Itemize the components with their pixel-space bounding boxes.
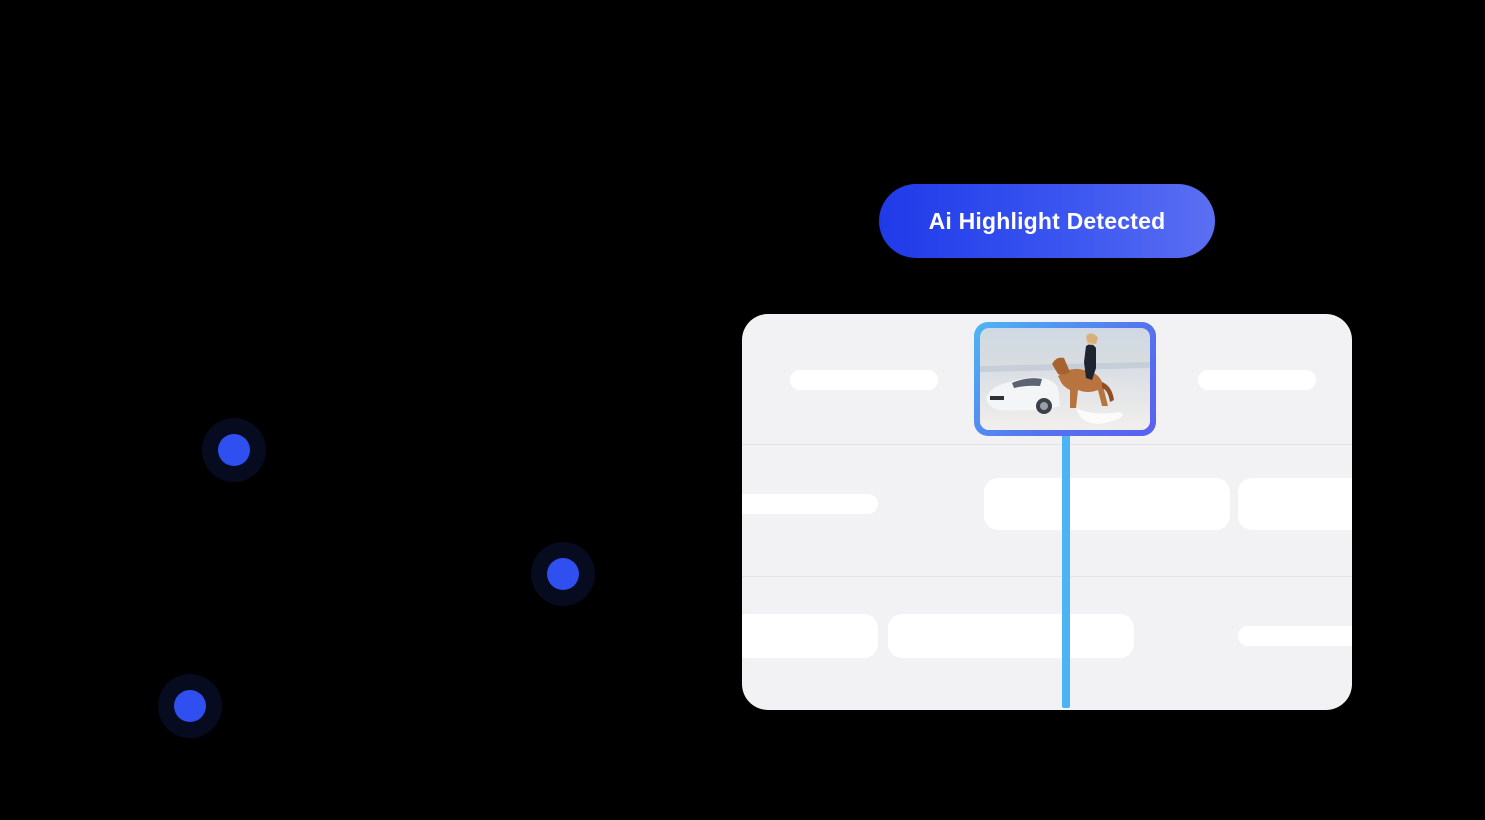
track-clip[interactable] (984, 478, 1230, 530)
track-clip[interactable] (888, 614, 1134, 658)
indicator-dot-core (547, 558, 579, 590)
indicator-dot (158, 674, 222, 738)
highlight-thumbnail[interactable] (974, 322, 1156, 436)
track-divider (742, 576, 1352, 577)
timeline-placeholder-bar (790, 370, 938, 390)
track-divider (742, 444, 1352, 445)
indicator-dot (531, 542, 595, 606)
timeline-placeholder-bar (1198, 370, 1316, 390)
track-clip[interactable] (1238, 626, 1352, 646)
indicator-dot-core (218, 434, 250, 466)
indicator-dot-core (174, 690, 206, 722)
track-clip[interactable] (742, 494, 878, 514)
indicator-dot (202, 418, 266, 482)
timeline-panel (742, 314, 1352, 710)
video-frame-thumbnail-icon (980, 328, 1150, 430)
track-clip[interactable] (742, 614, 878, 658)
playhead[interactable] (1062, 432, 1070, 708)
ai-highlight-badge[interactable]: Ai Highlight Detected (879, 184, 1215, 258)
ai-highlight-badge-label: Ai Highlight Detected (928, 207, 1166, 234)
track-clip[interactable] (1238, 478, 1352, 530)
